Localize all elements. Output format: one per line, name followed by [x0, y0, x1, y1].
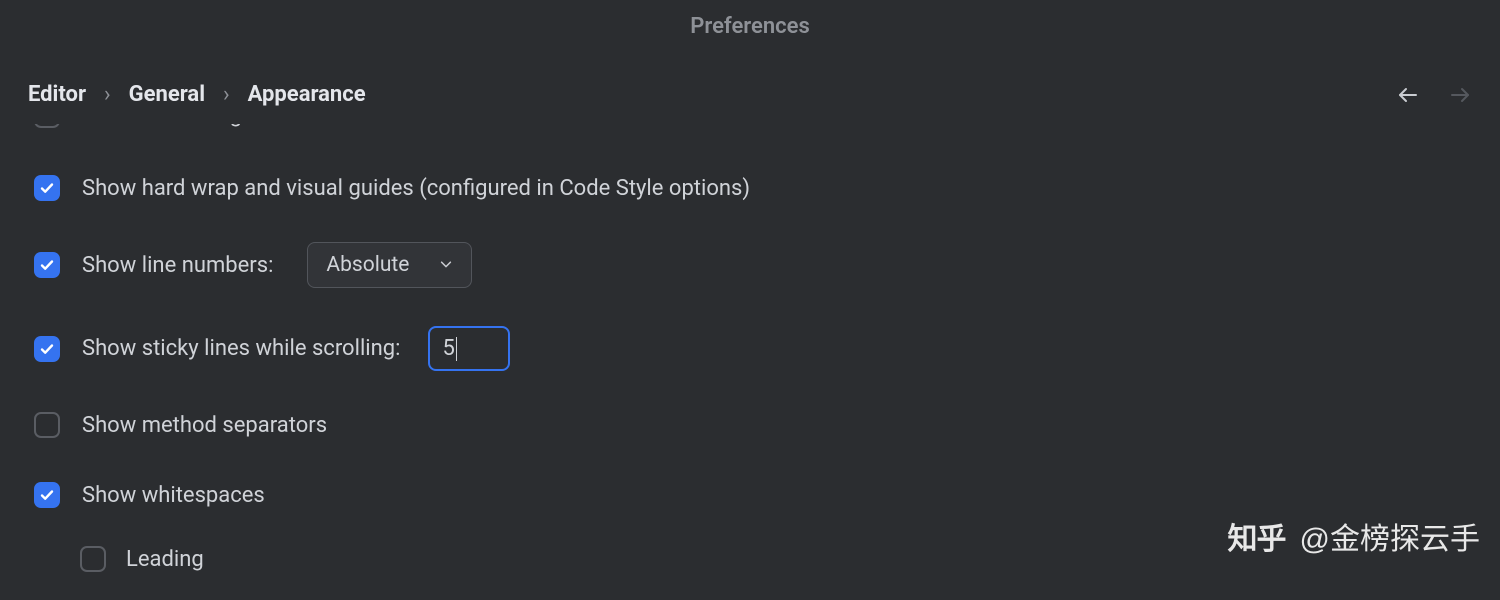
scroll-clip-region: Use full line height caret: [0, 124, 1500, 144]
option-sticky-lines: Show sticky lines while scrolling: 5: [34, 326, 1466, 371]
option-method-separators: Show method separators: [34, 409, 1466, 441]
breadcrumb-row: Editor › General › Appearance: [28, 82, 1472, 107]
label-whitespaces: Show whitespaces: [82, 483, 265, 508]
checkbox-ws-leading[interactable]: [80, 546, 106, 572]
checkbox-line-numbers[interactable]: [34, 252, 60, 278]
breadcrumb-editor[interactable]: Editor: [28, 82, 86, 107]
watermark: 知乎 @金榜探云手: [1228, 514, 1480, 558]
option-whitespaces: Show whitespaces: [34, 479, 1466, 511]
input-sticky-lines-count[interactable]: 5: [428, 326, 510, 371]
breadcrumb: Editor › General › Appearance: [28, 82, 366, 107]
option-hard-wrap: Show hard wrap and visual guides (config…: [34, 172, 1466, 204]
nav-arrows: [1396, 83, 1472, 107]
label-line-numbers: Show line numbers:: [82, 253, 273, 278]
nav-back-icon[interactable]: [1396, 83, 1420, 107]
option-line-numbers: Show line numbers: Absolute: [34, 242, 1466, 288]
zhihu-logo-icon: 知乎: [1228, 514, 1286, 558]
checkbox-hard-wrap[interactable]: [34, 175, 60, 201]
select-line-numbers-value: Absolute: [326, 253, 409, 277]
input-sticky-lines-value: 5: [442, 336, 454, 361]
watermark-text: @金榜探云手: [1300, 514, 1480, 558]
breadcrumb-general[interactable]: General: [129, 82, 205, 107]
label-sticky-lines: Show sticky lines while scrolling:: [82, 336, 400, 361]
nav-forward-icon[interactable]: [1448, 83, 1472, 107]
clipped-option-label: Use full line height caret: [82, 124, 317, 128]
chevron-down-icon: [439, 253, 453, 277]
checkbox-whitespaces[interactable]: [34, 482, 60, 508]
checkbox-method-separators[interactable]: [34, 412, 60, 438]
window-title: Preferences: [0, 14, 1500, 39]
checkbox-sticky-lines[interactable]: [34, 336, 60, 362]
clipped-option-row: Use full line height caret: [34, 124, 317, 128]
label-hard-wrap: Show hard wrap and visual guides (config…: [82, 176, 750, 201]
breadcrumb-appearance[interactable]: Appearance: [248, 82, 366, 107]
label-method-separators: Show method separators: [82, 413, 327, 438]
label-ws-leading: Leading: [126, 547, 204, 572]
breadcrumb-sep-icon: ›: [104, 82, 111, 107]
text-caret-icon: [456, 337, 457, 361]
checkbox-clipped[interactable]: [34, 124, 60, 128]
breadcrumb-sep-icon: ›: [223, 82, 230, 107]
select-line-numbers-mode[interactable]: Absolute: [307, 242, 472, 288]
